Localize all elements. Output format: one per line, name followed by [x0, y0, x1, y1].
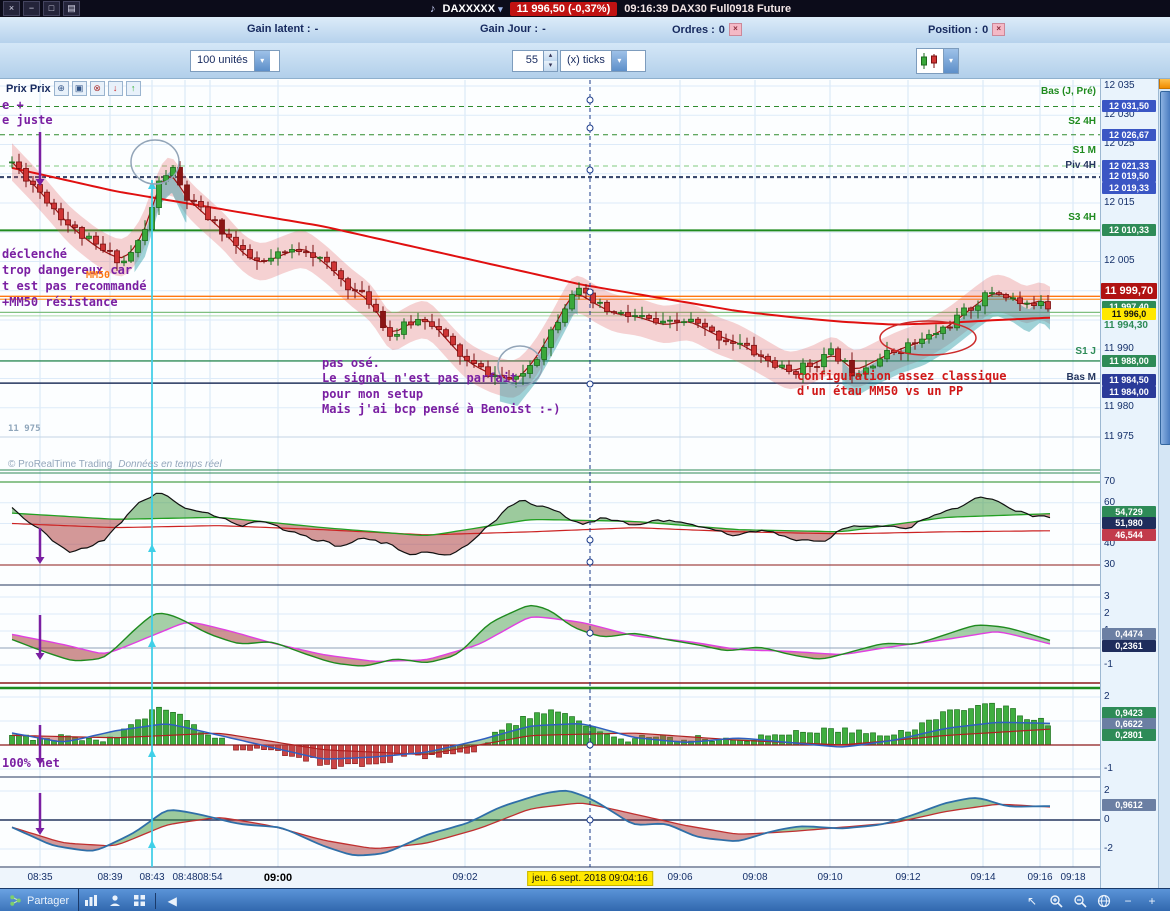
chevron-down-icon[interactable]: ▾: [253, 51, 270, 71]
globe-icon[interactable]: [1094, 892, 1114, 909]
gain-latent: Gain latent :-: [247, 23, 319, 35]
plus-icon[interactable]: +: [1142, 892, 1162, 909]
close-orders-icon[interactable]: ×: [728, 23, 742, 36]
price-pane-header: Prix Prix ⊕ ▣ ⊗ ↓ ↑: [6, 81, 141, 96]
close-position-icon[interactable]: ×: [992, 23, 1006, 36]
units-select[interactable]: 100 unités ▾: [190, 50, 280, 72]
share-icon: [10, 895, 21, 906]
candlestick-chart-icon: [921, 53, 937, 69]
chevron-down-icon: ▾: [498, 3, 503, 14]
chart-type-button[interactable]: ▾: [916, 48, 959, 74]
arrow-down-icon[interactable]: ↓: [107, 81, 123, 96]
stepper-down-icon[interactable]: ▾: [544, 61, 557, 71]
close-window-icon[interactable]: ×: [3, 1, 20, 16]
wrench-icon[interactable]: ⊕: [53, 81, 69, 96]
title-bar: × − □ ▤ ♪ DAXXXXX ▾ 11 996,50 (-0,37%) 0…: [0, 0, 1170, 17]
instrument-selector[interactable]: DAXXXXX ▾: [443, 3, 503, 15]
timeframe-select[interactable]: (x) ticks ▾: [560, 50, 646, 72]
status-bar: Partager ◀ ↖ − +: [0, 888, 1170, 911]
scrollbar-arrow-icon[interactable]: [1159, 78, 1170, 89]
position-counter: Position :0 ×: [928, 23, 1006, 36]
account-bar: Gain latent :- Gain Jour :- Ordres :0 × P…: [0, 17, 1170, 44]
user-icon[interactable]: [105, 892, 125, 909]
chevron-down-icon[interactable]: ▾: [943, 49, 958, 73]
chevron-down-icon[interactable]: ▾: [610, 51, 627, 71]
pane-title: Prix Prix: [6, 82, 51, 95]
realtime-text: Données en temps réel: [118, 459, 222, 470]
minus-icon[interactable]: −: [1118, 892, 1138, 909]
grid-icon[interactable]: [129, 892, 149, 909]
watermark: © ProRealTime Trading Données en temps r…: [8, 459, 222, 470]
arrow-up-icon[interactable]: ↑: [125, 81, 141, 96]
chart-canvas[interactable]: [0, 0, 1100, 888]
stepper-up-icon[interactable]: ▴: [544, 51, 557, 61]
copyright-text: © ProRealTime Trading: [8, 459, 113, 470]
price-axis: [1100, 78, 1159, 888]
zoom-in-icon[interactable]: [1046, 892, 1066, 909]
keyboard-icon[interactable]: ▤: [63, 1, 80, 16]
window-icon[interactable]: ▣: [71, 81, 87, 96]
pointer-icon[interactable]: ↖: [1022, 892, 1042, 909]
alert-sound-icon[interactable]: ♪: [430, 3, 436, 15]
share-button[interactable]: Partager: [0, 889, 80, 911]
maximize-window-icon[interactable]: □: [43, 1, 60, 16]
close-pane-icon[interactable]: ⊗: [89, 81, 105, 96]
orders-counter: Ordres :0 ×: [672, 23, 742, 36]
chart-toolbar: 100 unités ▾ 55 ▴ ▾ (x) ticks ▾ ▾: [0, 43, 1170, 79]
scrollbar-thumb[interactable]: [1160, 91, 1170, 445]
clock: 09:16:39: [624, 2, 669, 15]
price-change-badge: 11 996,50 (-0,37%): [509, 1, 618, 16]
arrow-left-icon[interactable]: ◀: [162, 892, 182, 909]
prorealtime-window: × − □ ▤ ♪ DAXXXXX ▾ 11 996,50 (-0,37%) 0…: [0, 0, 1170, 911]
contract-name: DAX30 Full0918 Future: [671, 2, 792, 15]
gain-jour: Gain Jour :-: [480, 23, 546, 35]
zoom-out-icon[interactable]: [1070, 892, 1090, 909]
share-label: Partager: [27, 894, 70, 907]
ticks-stepper[interactable]: 55 ▴ ▾: [512, 50, 558, 72]
chart-columns-icon[interactable]: [81, 892, 101, 909]
vertical-scrollbar[interactable]: [1158, 78, 1170, 888]
instrument-name: DAXXXXX: [442, 2, 496, 15]
minimize-window-icon[interactable]: −: [23, 1, 40, 16]
